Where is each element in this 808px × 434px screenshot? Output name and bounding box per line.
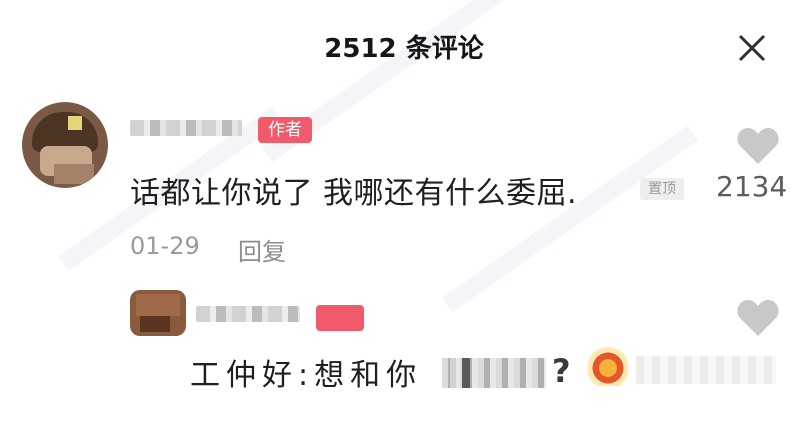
pinned-badge: 置顶 [640,178,684,200]
like-button[interactable] [736,126,780,166]
comment-text: 话都让你说了 我哪还有什么委屈. [130,176,578,211]
close-icon [738,34,766,62]
reply-author-name-blurred[interactable] [196,306,300,322]
watermark-stripe [441,125,699,313]
emoji-icon [588,346,628,386]
comments-header-title: 2512 条评论 [324,34,484,64]
reply-question-mark: ? [552,352,571,390]
close-button[interactable] [734,30,770,66]
like-count: 2134 [716,170,788,203]
reply-button[interactable]: 回复 [238,232,286,267]
censored-text-mosaic [636,356,776,384]
reply-text: 工仲好:想和你 [190,358,423,393]
reply-like-button[interactable] [736,298,780,338]
heart-icon [737,128,779,164]
reply-author-tag [316,305,364,331]
censored-text-mosaic [442,358,546,388]
reply-avatar[interactable] [130,290,186,336]
heart-icon [737,300,779,336]
comment-date: 01-29 [130,232,200,260]
author-tag: 作者 [258,117,312,143]
author-name-blurred[interactable] [130,120,242,136]
avatar[interactable] [22,102,108,188]
